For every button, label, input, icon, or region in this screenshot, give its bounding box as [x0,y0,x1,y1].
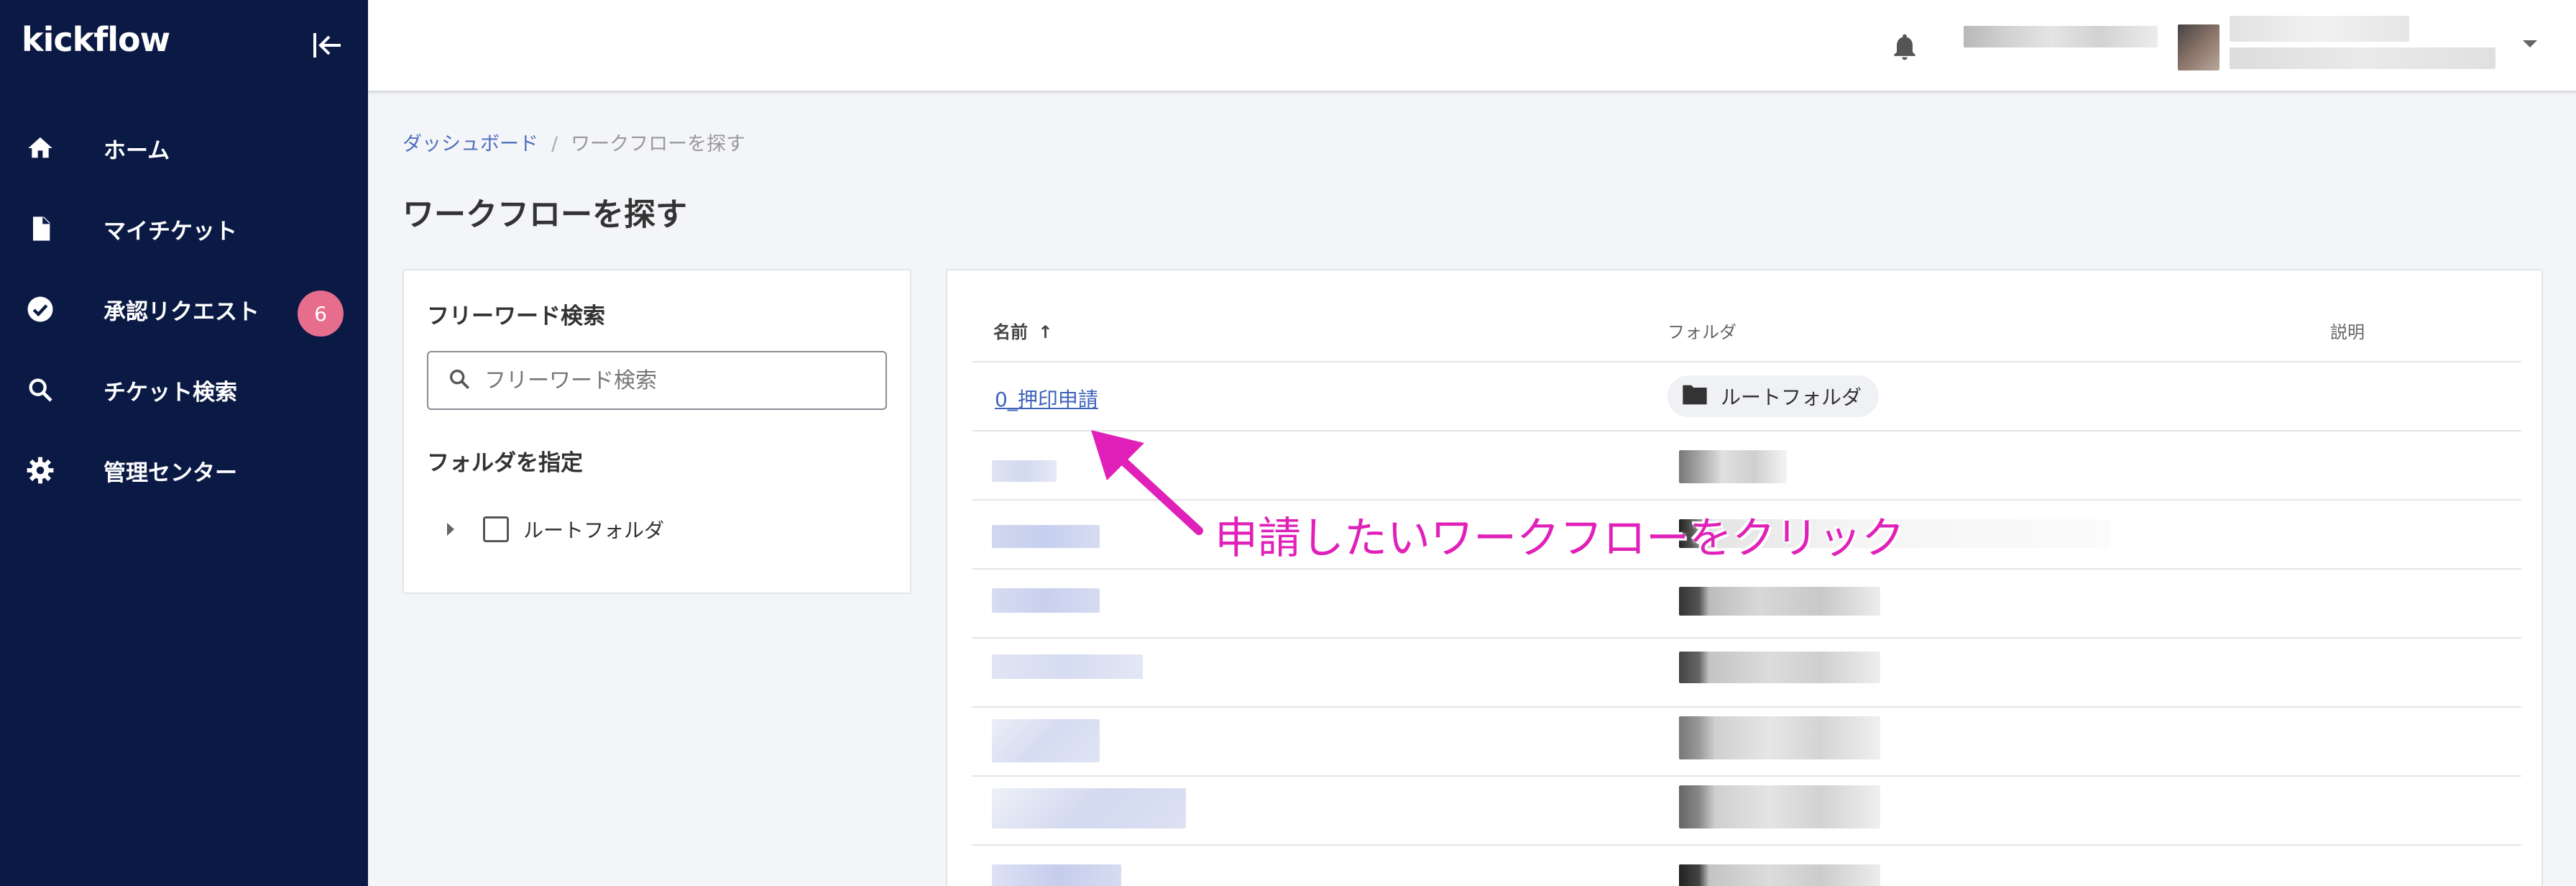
blurred-workflow-name [992,588,1100,613]
workflow-table: 名前 ↑ フォルダ 説明 0_押印申請 ルートフォルダ [946,269,2543,886]
check-circle-icon [24,293,56,325]
row-divider [972,637,2521,639]
search-icon [447,367,472,394]
sidebar-item-home[interactable]: ホーム [0,108,368,188]
bell-icon[interactable] [1889,30,1920,63]
breadcrumb-current: ワークフローを探す [571,133,746,155]
row-divider [972,844,2521,846]
annotation-text: 申請したいワークフローをクリック [1215,513,1905,564]
avatar[interactable] [2178,24,2220,70]
sidebar-item-label: 承認リクエスト [104,298,259,325]
column-header-description: 説明 [2330,322,2365,342]
home-icon [24,132,56,164]
top-bar [368,0,2576,92]
search-input[interactable] [484,367,886,393]
sidebar-item-label: 管理センター [104,460,237,486]
sidebar-item-label: チケット検索 [104,379,237,406]
collapse-sidebar-icon[interactable] [309,27,345,63]
blurred-folder [1679,716,1880,759]
folder-tree-item-root: ルートフォルダ [447,515,664,544]
blurred-workflow-name [992,719,1100,762]
column-header-label: 名前 [993,322,1028,342]
sidebar-item-ticket-search[interactable]: チケット検索 [0,350,368,430]
folder-tree-label: ルートフォルダ [523,519,665,542]
blurred-user-email [2230,47,2496,69]
gear-icon [24,455,56,486]
blurred-folder [1679,450,1787,483]
chevron-down-icon[interactable] [2523,40,2537,47]
row-divider [972,361,2521,362]
folder-icon [1680,383,1709,410]
blurred-workflow-name [992,460,1057,482]
blurred-folder [1679,652,1880,683]
row-divider [972,568,2521,570]
sidebar: kickflow ホーム マイチケット 承認リクエスト 6 チケット検索 管理セ… [0,0,368,886]
folder-checkbox[interactable] [483,516,509,542]
keyword-search-heading: フリーワード検索 [427,303,605,329]
sidebar-item-label: マイチケット [104,218,237,245]
breadcrumb: ダッシュボード / ワークフローを探す [402,128,745,156]
breadcrumb-separator: / [551,133,558,155]
breadcrumb-link-dashboard[interactable]: ダッシュボード [402,133,538,155]
blurred-workflow-name [992,788,1186,828]
folder-chip-label: ルートフォルダ [1721,385,1862,409]
search-field[interactable] [427,351,887,410]
folder-chip[interactable]: ルートフォルダ [1668,375,1880,417]
workflow-link[interactable]: 0_押印申請 [995,384,1098,413]
filter-panel: フリーワード検索 フォルダを指定 ルートフォルダ [402,269,911,594]
page-title: ワークフローを探す [402,196,687,233]
search-icon [24,374,56,406]
app-logo[interactable]: kickflow [22,20,170,59]
column-header-name[interactable]: 名前 ↑ [993,318,1052,343]
sidebar-item-approval-requests[interactable]: 承認リクエスト 6 [0,269,368,350]
row-divider [972,706,2521,708]
document-icon [24,213,56,245]
sidebar-item-my-tickets[interactable]: マイチケット [0,188,368,269]
column-header-folder: フォルダ [1668,322,1736,342]
blurred-workflow-name [992,864,1121,886]
notification-count-badge: 6 [298,291,344,337]
blurred-user-name [2230,16,2409,42]
sort-arrow-icon: ↑ [1038,322,1053,342]
sidebar-nav: ホーム マイチケット 承認リクエスト 6 チケット検索 管理センター [0,108,368,511]
sidebar-item-admin-center[interactable]: 管理センター [0,430,368,511]
blurred-folder [1679,785,1880,828]
folder-filter-heading: フォルダを指定 [427,450,583,476]
blurred-org-name [1964,26,2158,47]
sidebar-item-label: ホーム [104,137,170,164]
blurred-folder [1679,587,1880,616]
blurred-folder [1679,864,1880,886]
annotation-arrow-icon [1091,430,1203,535]
expand-caret-icon[interactable] [447,523,454,536]
row-divider [972,775,2521,777]
blurred-workflow-name [992,654,1143,679]
